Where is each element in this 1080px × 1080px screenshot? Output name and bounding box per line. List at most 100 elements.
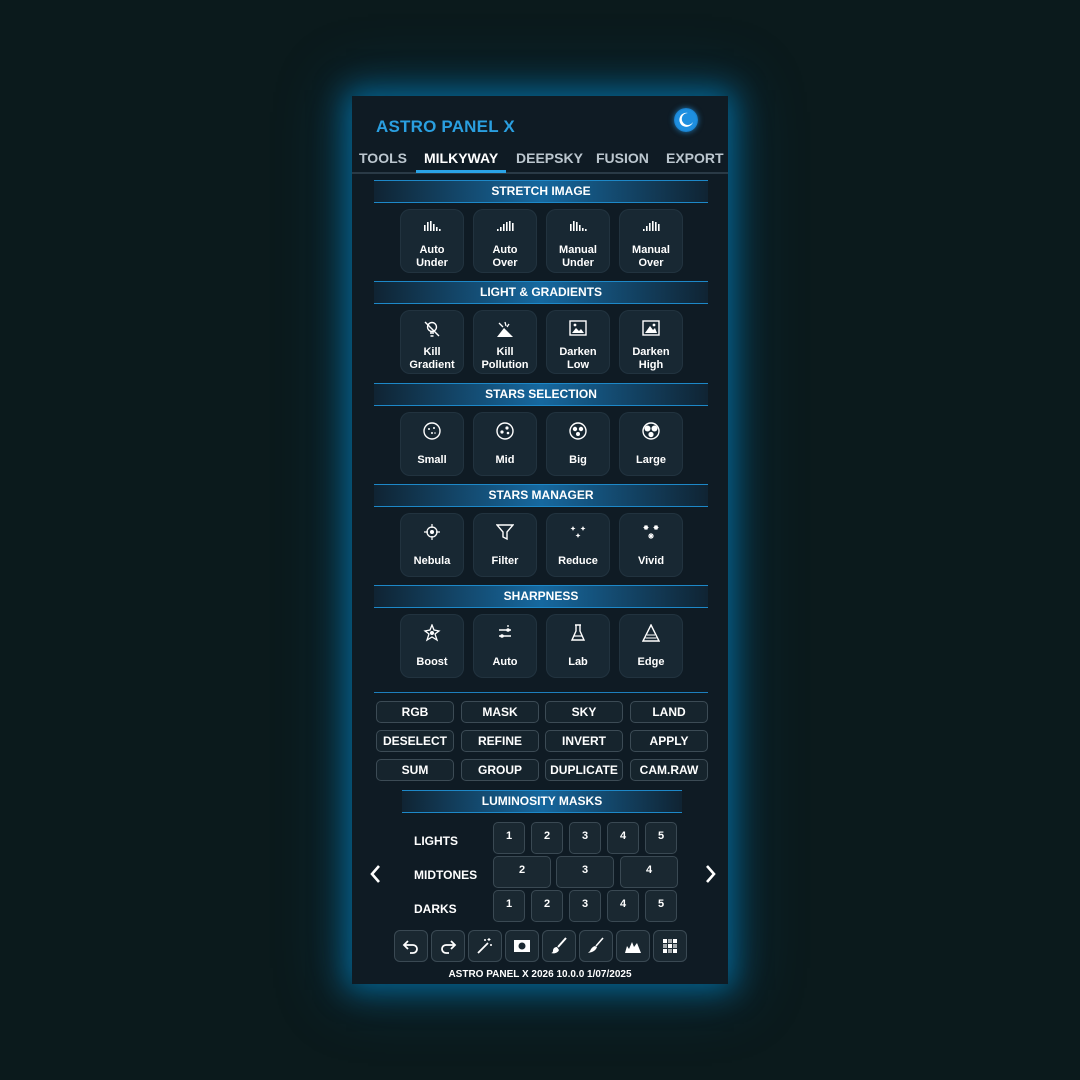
tile-label: Big bbox=[569, 454, 587, 466]
refine-button[interactable]: REFINE bbox=[461, 730, 539, 752]
darks-5-button[interactable]: 5 bbox=[645, 890, 677, 922]
image-frame-icon bbox=[642, 320, 660, 336]
section-header-stars-selection: STARS SELECTION bbox=[374, 383, 708, 406]
vivid-stars-icon bbox=[643, 525, 659, 539]
section-header-sharpness: SHARPNESS bbox=[374, 585, 708, 608]
lights-4-button[interactable]: 4 bbox=[607, 822, 639, 854]
midtones-4-button[interactable]: 4 bbox=[620, 856, 678, 888]
tab-milkyway[interactable]: MILKYWAY bbox=[424, 150, 498, 166]
tile-label: Small bbox=[417, 454, 447, 466]
reduce-button[interactable]: Reduce bbox=[546, 513, 610, 577]
section-header-stretch: STRETCH IMAGE bbox=[374, 180, 708, 203]
stars-small-button[interactable]: Small bbox=[400, 412, 464, 476]
tile-label: Auto bbox=[492, 244, 518, 256]
brush-icon[interactable] bbox=[542, 930, 576, 962]
sky-button[interactable]: SKY bbox=[545, 701, 623, 723]
histogram-icon[interactable] bbox=[616, 930, 650, 962]
grid-icon[interactable] bbox=[653, 930, 687, 962]
auto-sharpen-button[interactable]: Auto bbox=[473, 614, 537, 678]
tab-export[interactable]: EXPORT bbox=[666, 150, 724, 166]
brush-alt-icon[interactable] bbox=[579, 930, 613, 962]
tab-bar: TOOLS MILKYWAY DEEPSKY FUSION EXPORT bbox=[352, 144, 728, 174]
undo-icon[interactable] bbox=[394, 930, 428, 962]
tile-label: Auto bbox=[492, 656, 518, 668]
tab-deepsky[interactable]: DEEPSKY bbox=[516, 150, 583, 166]
tile-label: Manual bbox=[559, 244, 597, 256]
lights-2-button[interactable]: 2 bbox=[531, 822, 563, 854]
sum-button[interactable]: SUM bbox=[376, 759, 454, 781]
reduce-stars-icon bbox=[570, 526, 586, 538]
stars-mid-icon bbox=[496, 422, 514, 440]
duplicate-button[interactable]: DUPLICATE bbox=[545, 759, 623, 781]
app-title: ASTRO PANEL X bbox=[376, 117, 515, 136]
lab-button[interactable]: Lab bbox=[546, 614, 610, 678]
darken-low-button[interactable]: Darken Low bbox=[546, 310, 610, 374]
midtones-2-button[interactable]: 2 bbox=[493, 856, 551, 888]
vivid-button[interactable]: Vivid bbox=[619, 513, 683, 577]
tile-label: Low bbox=[567, 359, 589, 371]
tile-label: Over bbox=[638, 257, 664, 269]
tile-label: Boost bbox=[416, 656, 448, 668]
apply-button[interactable]: APPLY bbox=[630, 730, 708, 752]
tile-label: Lab bbox=[568, 656, 588, 668]
stars-big-button[interactable]: Big bbox=[546, 412, 610, 476]
histogram-icon bbox=[424, 221, 441, 231]
mask-button[interactable]: MASK bbox=[461, 701, 539, 723]
lights-3-button[interactable]: 3 bbox=[569, 822, 601, 854]
manual-over-button[interactable]: Manual Over bbox=[619, 209, 683, 273]
section-header-light: LIGHT & GRADIENTS bbox=[374, 281, 708, 304]
tile-label: Gradient bbox=[409, 359, 455, 371]
tile-label: Under bbox=[416, 257, 448, 269]
land-button[interactable]: LAND bbox=[630, 701, 708, 723]
tab-tools[interactable]: TOOLS bbox=[359, 150, 407, 166]
stars-large-icon bbox=[642, 422, 660, 440]
tile-label: High bbox=[638, 359, 664, 371]
manual-under-button[interactable]: Manual Under bbox=[546, 209, 610, 273]
edge-button[interactable]: Edge bbox=[619, 614, 683, 678]
tile-label: Pollution bbox=[481, 359, 529, 371]
tile-label: Kill bbox=[496, 346, 514, 358]
kill-gradient-button[interactable]: Kill Gradient bbox=[400, 310, 464, 374]
group-button[interactable]: GROUP bbox=[461, 759, 539, 781]
cam-raw-button[interactable]: CAM.RAW bbox=[630, 759, 708, 781]
darks-3-button[interactable]: 3 bbox=[569, 890, 601, 922]
tab-fusion[interactable]: FUSION bbox=[596, 150, 649, 166]
rgb-button[interactable]: RGB bbox=[376, 701, 454, 723]
lights-5-button[interactable]: 5 bbox=[645, 822, 677, 854]
astro-panel: ASTRO PANEL X TOOLS MILKYWAY DEEPSKY FUS… bbox=[352, 96, 728, 984]
chevron-right-icon[interactable] bbox=[702, 862, 718, 886]
magic-wand-icon[interactable] bbox=[468, 930, 502, 962]
darks-4-button[interactable]: 4 bbox=[607, 890, 639, 922]
tile-label: Kill bbox=[423, 346, 441, 358]
darks-2-button[interactable]: 2 bbox=[531, 890, 563, 922]
pollution-icon bbox=[497, 321, 513, 337]
kill-pollution-button[interactable]: Kill Pollution bbox=[473, 310, 537, 374]
darks-1-button[interactable]: 1 bbox=[493, 890, 525, 922]
moon-icon[interactable] bbox=[674, 108, 698, 132]
tile-label: Reduce bbox=[558, 555, 598, 567]
lights-1-button[interactable]: 1 bbox=[493, 822, 525, 854]
chevron-left-icon[interactable] bbox=[368, 862, 384, 886]
redo-icon[interactable] bbox=[431, 930, 465, 962]
stars-small-icon bbox=[423, 422, 441, 440]
deselect-button[interactable]: DESELECT bbox=[376, 730, 454, 752]
midtones-3-button[interactable]: 3 bbox=[556, 856, 614, 888]
auto-over-button[interactable]: Auto Over bbox=[473, 209, 537, 273]
stars-large-button[interactable]: Large bbox=[619, 412, 683, 476]
stars-mid-button[interactable]: Mid bbox=[473, 412, 537, 476]
nebula-button[interactable]: Nebula bbox=[400, 513, 464, 577]
auto-under-button[interactable]: Auto Under bbox=[400, 209, 464, 273]
tile-label: Auto bbox=[419, 244, 445, 256]
tile-label: Over bbox=[492, 257, 518, 269]
histogram-icon bbox=[643, 221, 660, 231]
filter-icon bbox=[496, 524, 514, 541]
invert-button[interactable]: INVERT bbox=[545, 730, 623, 752]
darken-high-button[interactable]: Darken High bbox=[619, 310, 683, 374]
star-burst-icon bbox=[423, 624, 441, 642]
triangle-icon bbox=[642, 624, 660, 642]
tile-label: Edge bbox=[637, 656, 665, 668]
mask-icon[interactable] bbox=[505, 930, 539, 962]
boost-button[interactable]: Boost bbox=[400, 614, 464, 678]
image-frame-icon bbox=[569, 320, 587, 336]
filter-button[interactable]: Filter bbox=[473, 513, 537, 577]
